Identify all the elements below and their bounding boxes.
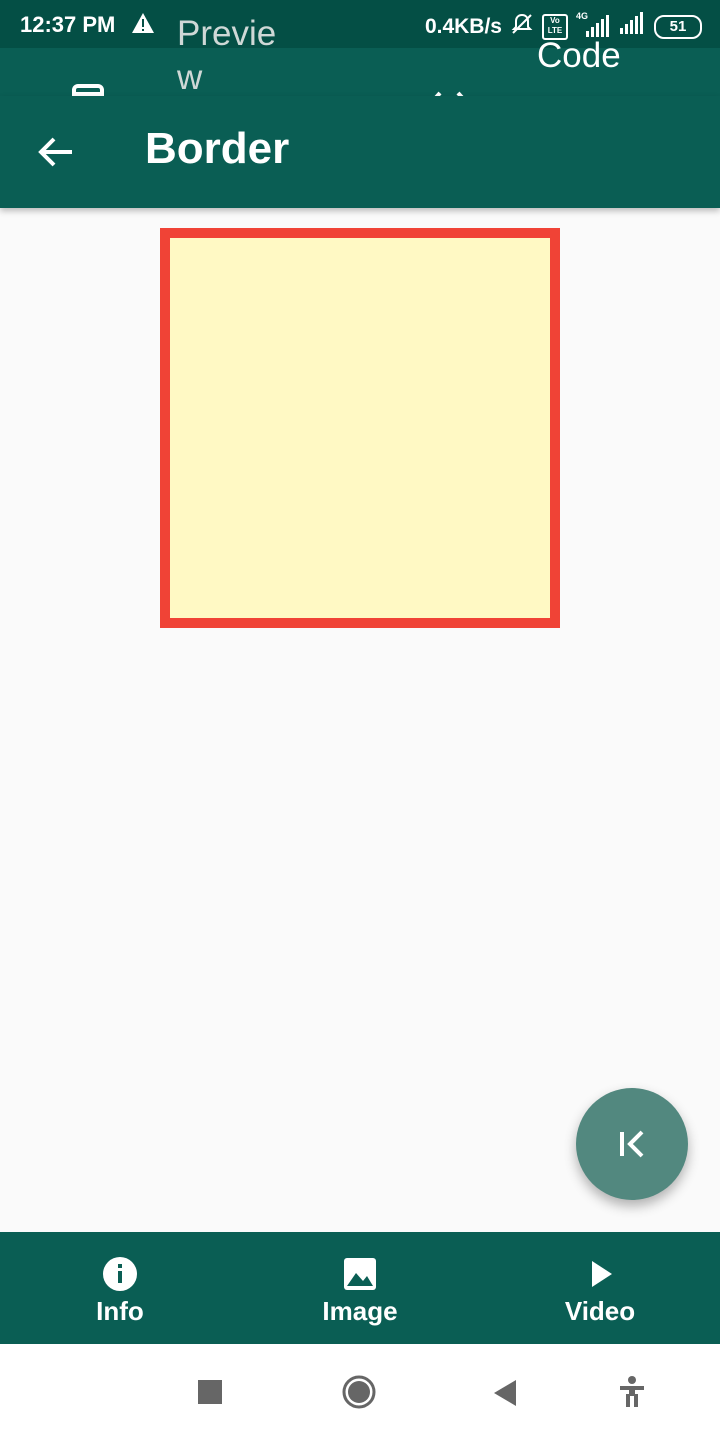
image-icon xyxy=(344,1258,376,1290)
first-page-icon xyxy=(620,1130,644,1158)
nav-item-video[interactable]: Video xyxy=(480,1232,720,1344)
back-arrow-icon[interactable] xyxy=(36,132,76,177)
network-speed: 0.4KB/s xyxy=(424,14,502,38)
accessibility-icon xyxy=(620,1376,644,1407)
page-title: Border xyxy=(145,124,290,173)
square-icon xyxy=(198,1380,222,1404)
system-navigation-bar xyxy=(0,1344,720,1440)
nav-item-info[interactable]: Info xyxy=(0,1232,240,1344)
info-icon xyxy=(103,1257,137,1291)
nav-item-image[interactable]: Image xyxy=(240,1232,480,1344)
nav-label-image: Image xyxy=(322,1296,398,1326)
bordered-container xyxy=(160,228,560,628)
circle-icon xyxy=(342,1375,376,1409)
app-bar: Border xyxy=(0,96,720,208)
signal-icon xyxy=(618,12,646,41)
play-icon xyxy=(592,1261,612,1287)
accessibility-button[interactable] xyxy=(618,1376,646,1413)
status-time: 12:37 PM xyxy=(20,12,116,37)
collapse-fab-button[interactable] xyxy=(576,1088,688,1200)
nav-label-info: Info xyxy=(96,1296,144,1326)
nav-label-video: Video xyxy=(564,1296,636,1326)
tab-preview[interactable]: Preview xyxy=(177,12,297,100)
volte-text: Vo LTE xyxy=(547,15,563,35)
back-button[interactable] xyxy=(494,1380,518,1411)
mute-icon xyxy=(510,12,534,41)
tab-code[interactable]: Code xyxy=(537,36,621,76)
bottom-navigation: Info Image Video xyxy=(0,1232,720,1344)
signal-4g-icon: 4G xyxy=(576,11,610,39)
triangle-back-icon xyxy=(494,1380,516,1406)
battery-level: 51 xyxy=(669,17,687,35)
battery-icon: 51 xyxy=(654,14,702,39)
warning-icon xyxy=(131,12,155,39)
home-button[interactable] xyxy=(341,1374,377,1415)
recents-button[interactable] xyxy=(198,1380,222,1409)
